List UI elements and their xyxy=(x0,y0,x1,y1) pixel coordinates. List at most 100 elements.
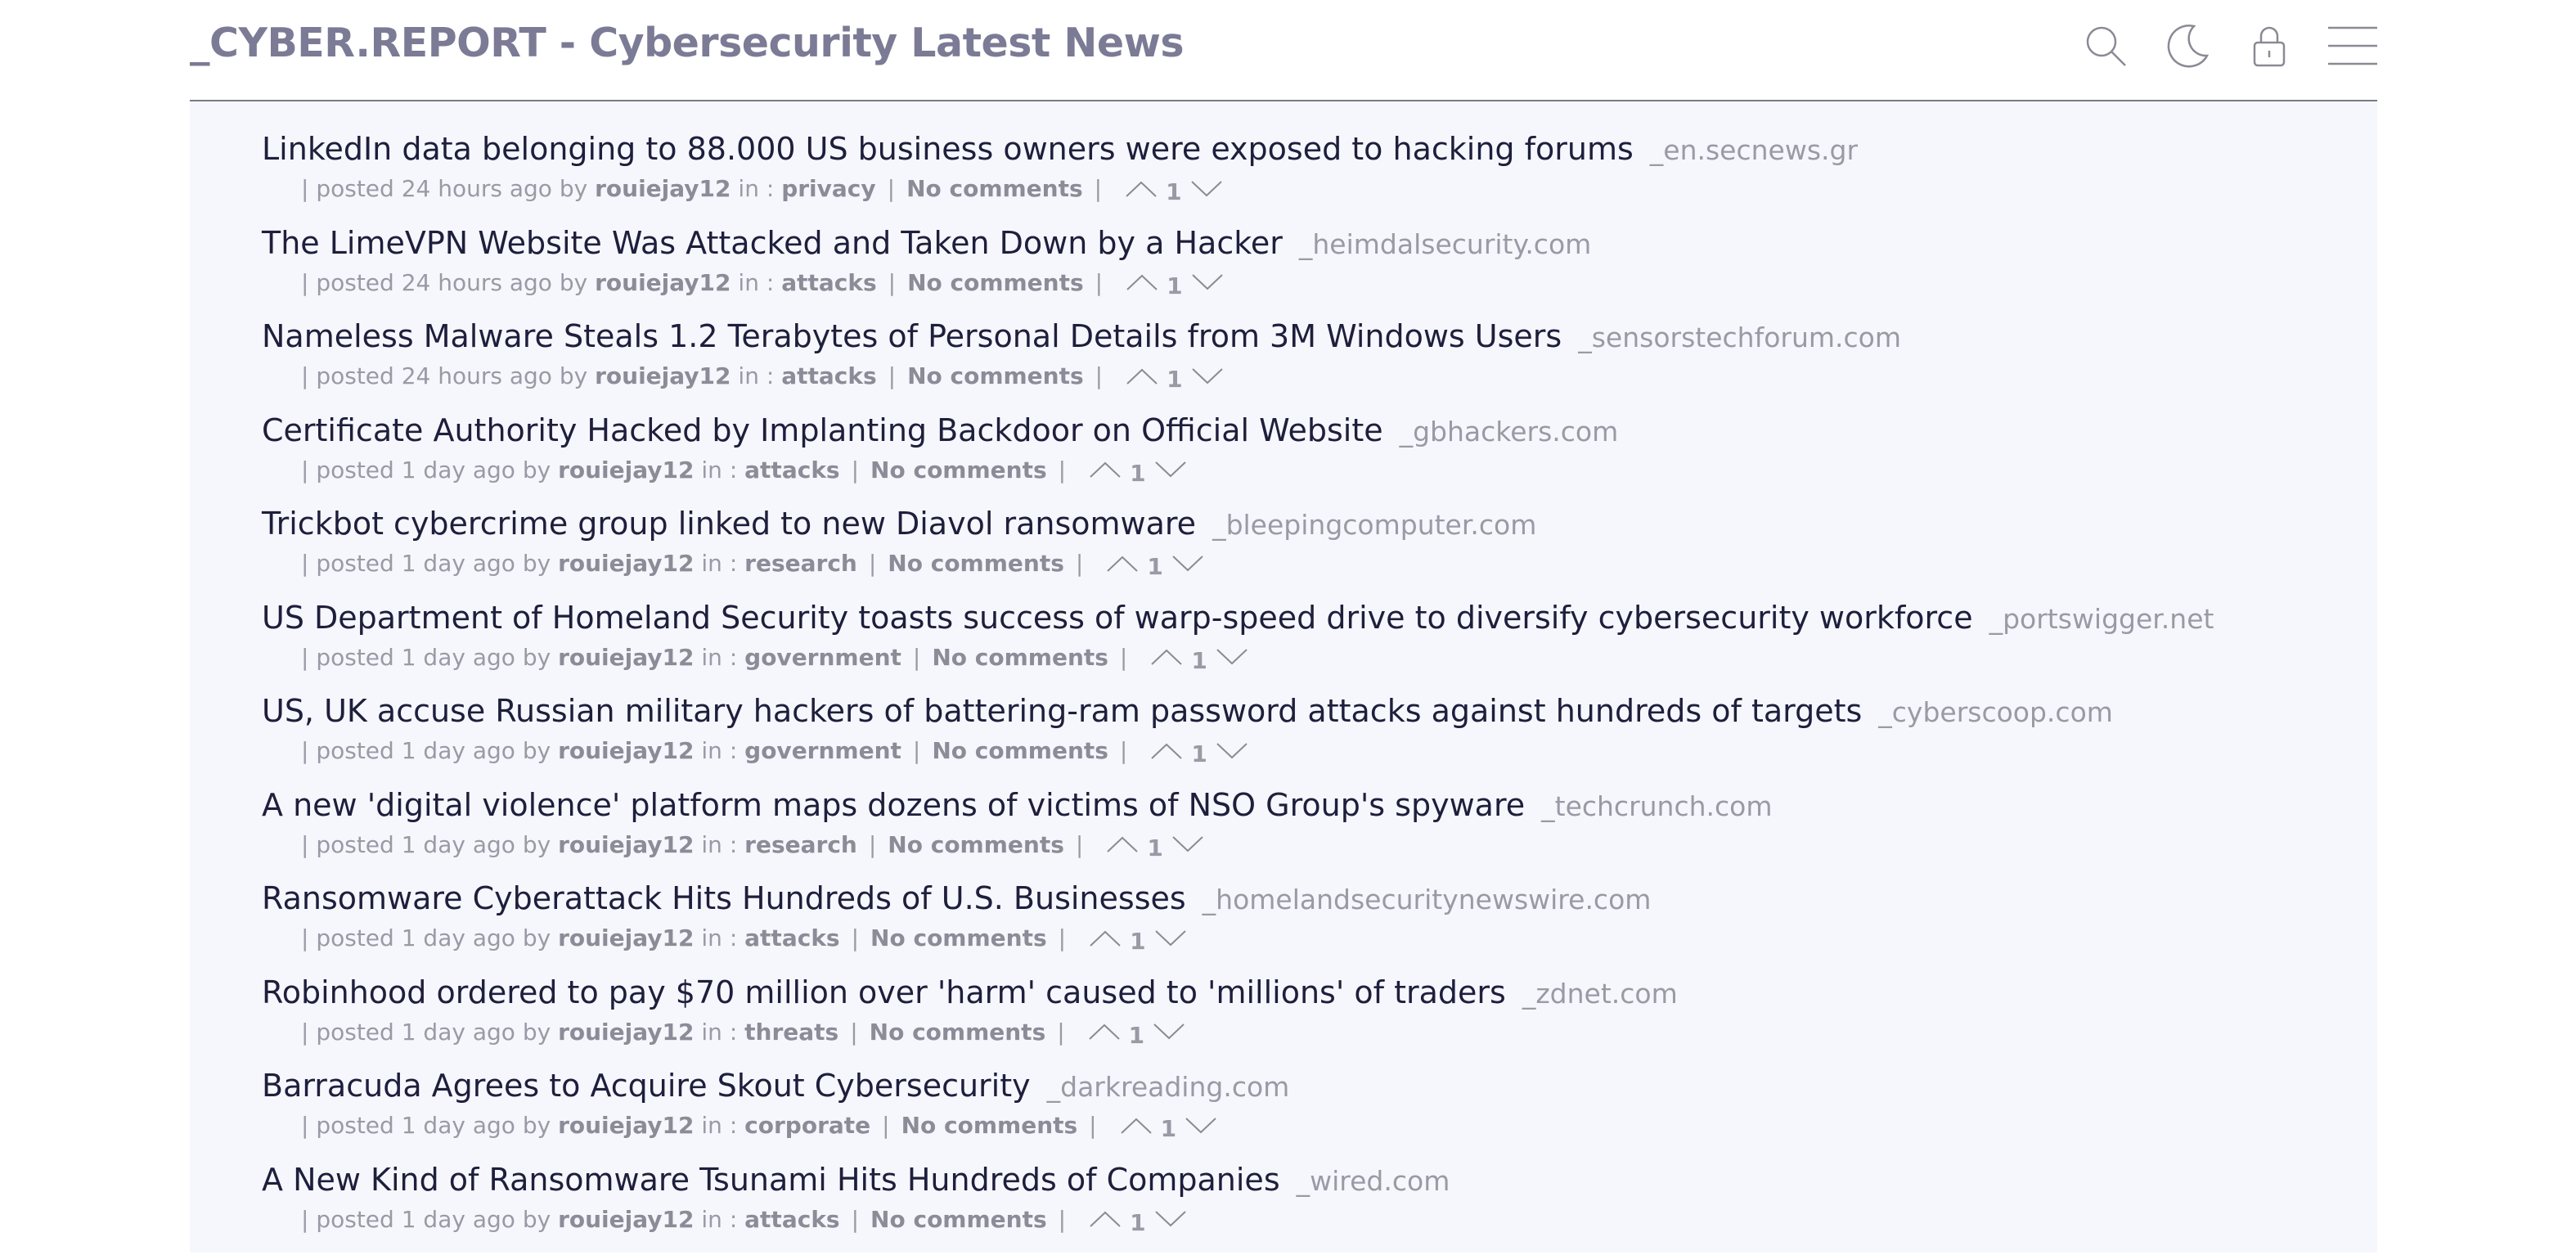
post-category[interactable]: research xyxy=(744,831,857,858)
downvote-icon[interactable] xyxy=(1188,269,1227,295)
post-author[interactable]: rouiejay12 xyxy=(558,1206,694,1233)
post-category[interactable]: attacks xyxy=(744,1206,839,1233)
separator: | xyxy=(1059,457,1066,484)
comments-link[interactable]: No comments xyxy=(870,457,1047,484)
downvote-icon[interactable] xyxy=(1168,831,1207,857)
downvote-icon[interactable] xyxy=(1187,176,1226,202)
post-author[interactable]: rouiejay12 xyxy=(558,644,694,671)
post-title-link[interactable]: Barracuda Agrees to Acquire Skout Cybers… xyxy=(262,1068,1031,1104)
comments-link[interactable]: No comments xyxy=(907,362,1084,389)
post-title-link[interactable]: Ransomware Cyberattack Hits Hundreds of … xyxy=(262,880,1186,916)
vote-widget: 1 xyxy=(1147,737,1251,764)
downvote-icon[interactable] xyxy=(1151,1206,1190,1232)
post-author[interactable]: rouiejay12 xyxy=(595,175,731,202)
vote-score: 1 xyxy=(1167,366,1182,393)
separator: | xyxy=(888,269,896,296)
list-item: The LimeVPN Website Was Attacked and Tak… xyxy=(262,225,2377,319)
post-category[interactable]: government xyxy=(744,737,901,764)
comments-link[interactable]: No comments xyxy=(932,644,1108,671)
upvote-icon[interactable] xyxy=(1117,1113,1156,1139)
comments-link[interactable]: No comments xyxy=(870,1019,1046,1046)
downvote-icon[interactable] xyxy=(1212,644,1252,670)
separator: | xyxy=(913,644,920,671)
upvote-icon[interactable] xyxy=(1086,925,1125,951)
upvote-icon[interactable] xyxy=(1103,831,1142,857)
separator: | xyxy=(1076,831,1083,858)
posted-label: | posted xyxy=(301,831,394,858)
post-title-link[interactable]: US Department of Homeland Security toast… xyxy=(262,600,1973,636)
lock-icon[interactable] xyxy=(2243,20,2295,72)
downvote-icon[interactable] xyxy=(1149,1019,1189,1045)
post-title-link[interactable]: Certificate Authority Hacked by Implanti… xyxy=(262,412,1383,448)
list-item: Barracuda Agrees to Acquire Skout Cybers… xyxy=(262,1068,2377,1162)
post-author[interactable]: rouiejay12 xyxy=(558,457,694,484)
comments-link[interactable]: No comments xyxy=(907,269,1084,296)
upvote-icon[interactable] xyxy=(1085,1019,1124,1045)
post-category[interactable]: corporate xyxy=(744,1112,870,1139)
post-author[interactable]: rouiejay12 xyxy=(558,1019,694,1046)
comments-link[interactable]: No comments xyxy=(888,831,1064,858)
post-author[interactable]: rouiejay12 xyxy=(595,269,731,296)
post-author[interactable]: rouiejay12 xyxy=(558,831,694,858)
post-title-link[interactable]: The LimeVPN Website Was Attacked and Tak… xyxy=(262,225,1283,261)
post-category[interactable]: attacks xyxy=(781,269,876,296)
downvote-icon[interactable] xyxy=(1151,457,1190,483)
downvote-icon[interactable] xyxy=(1188,363,1227,389)
vote-widget: 1 xyxy=(1085,1019,1189,1046)
upvote-icon[interactable] xyxy=(1147,644,1186,670)
post-author[interactable]: rouiejay12 xyxy=(558,924,694,951)
downvote-icon[interactable] xyxy=(1212,738,1252,764)
post-category[interactable]: government xyxy=(744,644,901,671)
post-category[interactable]: threats xyxy=(744,1019,838,1046)
by-label: by xyxy=(523,1019,551,1046)
site-title[interactable]: _CYBER.REPORT - Cybersecurity Latest New… xyxy=(190,20,1184,66)
separator: | xyxy=(852,1206,859,1233)
post-title-link[interactable]: US, UK accuse Russian military hackers o… xyxy=(262,693,1862,729)
post-category[interactable]: attacks xyxy=(781,362,876,389)
vote-widget: 1 xyxy=(1147,644,1251,671)
search-icon[interactable] xyxy=(2079,20,2132,72)
in-label: in : xyxy=(701,1112,737,1139)
upvote-icon[interactable] xyxy=(1122,363,1162,389)
post-category[interactable]: attacks xyxy=(744,924,839,951)
post-meta: | posted 1 day ago by rouiejay12 in : go… xyxy=(301,644,1252,671)
post-category[interactable]: privacy xyxy=(781,175,875,202)
upvote-icon[interactable] xyxy=(1122,269,1162,295)
vote-widget: 1 xyxy=(1086,457,1189,484)
comments-link[interactable]: No comments xyxy=(932,737,1108,764)
upvote-icon[interactable] xyxy=(1122,176,1161,202)
upvote-icon[interactable] xyxy=(1086,457,1125,483)
post-meta: | posted 1 day ago by rouiejay12 in : at… xyxy=(301,1206,1190,1233)
downvote-icon[interactable] xyxy=(1151,925,1190,951)
menu-icon[interactable] xyxy=(2325,20,2377,72)
comments-link[interactable]: No comments xyxy=(870,1206,1047,1233)
post-title-link[interactable]: Robinhood ordered to pay $70 million ove… xyxy=(262,974,1506,1010)
in-label: in : xyxy=(738,175,774,202)
comments-link[interactable]: No comments xyxy=(888,550,1064,577)
post-meta: | posted 1 day ago by rouiejay12 in : re… xyxy=(301,550,1207,577)
vote-score: 1 xyxy=(1147,553,1162,580)
comments-link[interactable]: No comments xyxy=(870,924,1047,951)
post-title-link[interactable]: A New Kind of Ransomware Tsunami Hits Hu… xyxy=(262,1162,1280,1198)
comments-link[interactable]: No comments xyxy=(901,1112,1078,1139)
comments-link[interactable]: No comments xyxy=(906,175,1083,202)
post-author[interactable]: rouiejay12 xyxy=(558,1112,694,1139)
post-title-link[interactable]: Trickbot cybercrime group linked to new … xyxy=(262,506,1196,542)
post-category[interactable]: attacks xyxy=(744,457,839,484)
post-author[interactable]: rouiejay12 xyxy=(558,550,694,577)
downvote-icon[interactable] xyxy=(1181,1113,1221,1139)
downvote-icon[interactable] xyxy=(1168,551,1207,577)
posted-label: | posted xyxy=(301,550,394,577)
post-title-link[interactable]: Nameless Malware Steals 1.2 Terabytes of… xyxy=(262,318,1562,354)
moon-icon[interactable] xyxy=(2161,20,2214,72)
upvote-icon[interactable] xyxy=(1147,738,1186,764)
post-author[interactable]: rouiejay12 xyxy=(595,362,731,389)
upvote-icon[interactable] xyxy=(1086,1206,1125,1232)
upvote-icon[interactable] xyxy=(1103,551,1142,577)
post-author[interactable]: rouiejay12 xyxy=(558,737,694,764)
vote-score: 1 xyxy=(1167,272,1182,299)
post-title-link[interactable]: LinkedIn data belonging to 88.000 US bus… xyxy=(262,131,1634,167)
by-label: by xyxy=(523,457,551,484)
post-title-link[interactable]: A new 'digital violence' platform maps d… xyxy=(262,787,1525,823)
post-category[interactable]: research xyxy=(744,550,857,577)
